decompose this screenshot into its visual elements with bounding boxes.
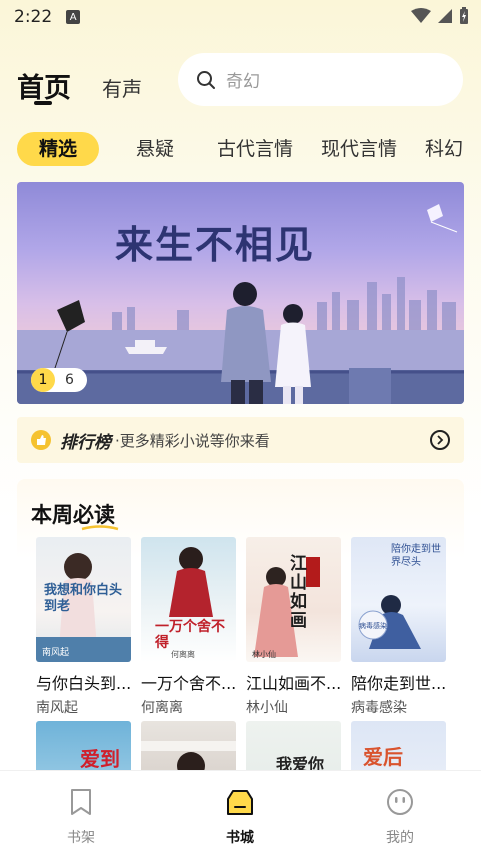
tab-audio[interactable]: 有声 (102, 73, 142, 102)
search-bar[interactable]: 奇幻 (178, 53, 463, 106)
book-cover-title: 爱后 (363, 745, 403, 769)
book-card[interactable]: 陪你走到世界尽头 病毒感染 陪你走到世... 病毒感染 (351, 537, 446, 717)
book-cover-title: 一万个舍不得 (155, 619, 225, 651)
book-cover-author: 林小仙 (252, 650, 276, 659)
banner-total-pages: 6 (65, 372, 74, 388)
banner-carousel[interactable]: 来生不相见 1 6 (17, 182, 464, 404)
category-tab-modern-romance[interactable]: 现代言情 (321, 132, 397, 166)
category-tab-suspense[interactable]: 悬疑 (136, 132, 174, 166)
bottom-navigation: 书架 书城 我的 (0, 770, 481, 856)
book-title: 一万个舍不... (141, 674, 236, 693)
weekly-must-read-section: 本周必读 我想和你白头到老 南风起 与你白头到... 南风起 一万个舍不得 何离… (17, 479, 464, 846)
ranking-badge-icon (31, 430, 51, 450)
nav-label: 书架 (67, 830, 95, 846)
nav-label: 我的 (386, 830, 414, 846)
ranking-title: 排行榜 (60, 432, 111, 453)
book-cover: 一万个舍不得 何离离 (141, 537, 236, 662)
header: 首页 有声 奇幻 (0, 50, 481, 110)
book-title: 与你白头到... (36, 674, 131, 693)
book-title: 江山如画不... (246, 674, 341, 693)
search-placeholder: 奇幻 (226, 72, 260, 92)
category-tab-scifi[interactable]: 科幻 (425, 132, 463, 166)
book-cover-title: 陪你走到世界尽头 (391, 544, 441, 568)
battery-icon (460, 7, 468, 24)
ranking-subtitle: ·更多精彩小说等你来看 (115, 431, 270, 450)
chevron-right-icon[interactable] (430, 430, 450, 450)
bookmark-icon (71, 789, 91, 815)
status-indicators (411, 7, 469, 25)
book-card[interactable]: 一万个舍不得 何离离 一万个舍不... 何离离 (141, 537, 236, 717)
book-cover-author: 何离离 (171, 650, 195, 659)
book-card[interactable]: 我想和你白头到老 南风起 与你白头到... 南风起 (36, 537, 131, 717)
book-author: 病毒感染 (351, 700, 407, 716)
nav-bookstore[interactable]: 书城 (200, 787, 280, 847)
category-tabs: 精选 悬疑 古代言情 现代言情 科幻 (0, 132, 481, 168)
tab-active-indicator (34, 101, 52, 105)
book-cover-title: 爱到 (80, 747, 120, 771)
banner-pager: 1 6 (31, 368, 87, 392)
book-title: 陪你走到世... (351, 674, 446, 693)
book-cover-author: 病毒感染 (359, 622, 387, 630)
nav-bookshelf[interactable]: 书架 (41, 787, 121, 847)
nav-label: 书城 (226, 830, 254, 846)
status-bar: 2:22 A (0, 0, 481, 34)
status-time: 2:22 (14, 7, 53, 27)
profile-icon (387, 789, 413, 815)
book-author: 南风起 (36, 700, 78, 716)
book-author: 何离离 (141, 700, 183, 716)
wifi-icon (411, 8, 431, 23)
search-icon (197, 70, 215, 89)
book-card[interactable]: 江山如画 林小仙 江山如画不... 林小仙 (246, 537, 341, 717)
banner-title: 来生不相见 (115, 222, 316, 267)
nav-profile[interactable]: 我的 (360, 787, 440, 847)
book-cover-author: 南风起 (42, 648, 70, 658)
book-author: 林小仙 (246, 700, 288, 716)
ranking-entry[interactable]: 排行榜 ·更多精彩小说等你来看 (17, 417, 464, 463)
book-cover: 陪你走到世界尽头 病毒感染 (351, 537, 446, 662)
signal-icon (438, 9, 452, 23)
category-tab-featured[interactable]: 精选 (17, 132, 100, 166)
bookstore-icon (227, 790, 253, 815)
title-underline-decoration (81, 525, 119, 531)
banner-current-page: 1 (31, 368, 55, 392)
tab-home[interactable]: 首页 (17, 66, 71, 105)
book-cover: 我想和你白头到老 南风起 (36, 537, 131, 662)
book-cover: 江山如画 林小仙 (246, 537, 341, 662)
book-cover-title: 江山如画 (290, 554, 307, 631)
category-tab-ancient-romance[interactable]: 古代言情 (217, 132, 293, 166)
notification-icon: A (66, 10, 81, 24)
book-cover-title: 我想和你白头到老 (44, 583, 123, 614)
